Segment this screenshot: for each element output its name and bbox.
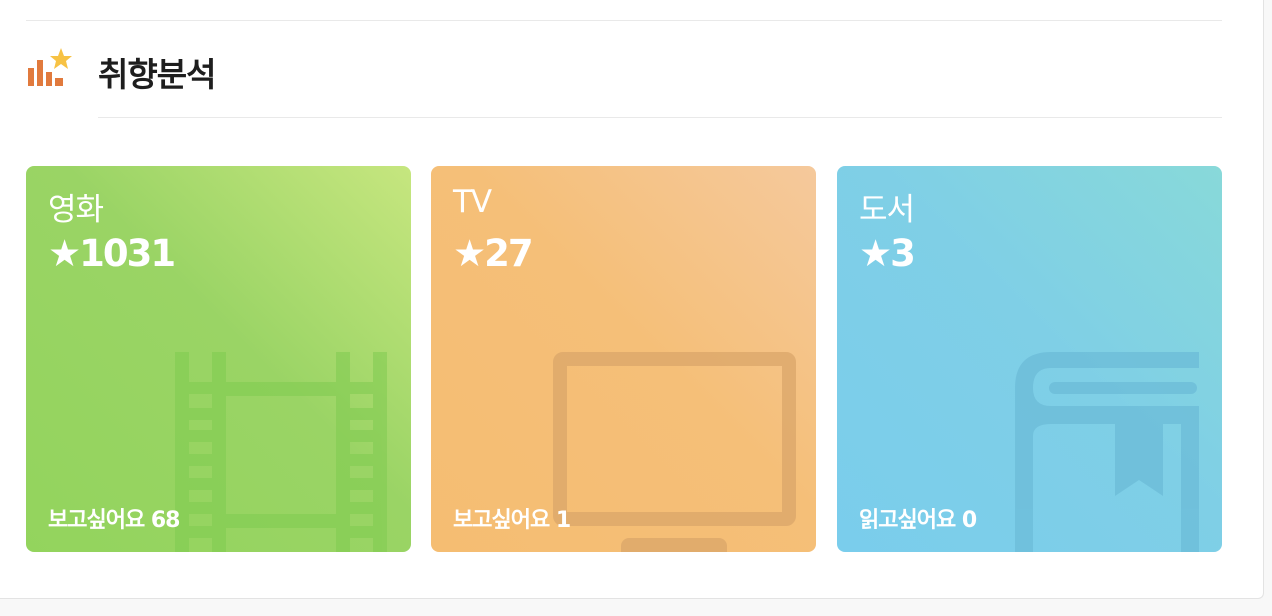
divider: [98, 117, 1222, 118]
card-wish: 읽고싶어요 0: [859, 502, 977, 534]
bar-chart-star-icon: [28, 48, 72, 86]
card-category: TV: [453, 184, 492, 220]
card-rating-count: ★3: [859, 232, 916, 275]
wish-label: 읽고싶어요: [859, 508, 956, 533]
wish-label: 보고싶어요: [453, 508, 550, 533]
card-wish: 보고싶어요 1: [453, 502, 571, 534]
card-rating-count: ★27: [453, 232, 534, 275]
wish-count: 1: [555, 508, 571, 533]
taste-analysis-panel: 취향분석 영화 ★1031 보고싶어요 68 TV ★27 보고싶어요 1 도서…: [0, 0, 1264, 599]
movie-card[interactable]: 영화 ★1031 보고싶어요 68: [26, 166, 411, 552]
tv-card[interactable]: TV ★27 보고싶어요 1: [431, 166, 816, 552]
wish-count: 0: [961, 508, 977, 533]
wish-label: 보고싶어요: [48, 508, 145, 533]
card-category: 도서: [859, 192, 915, 228]
wish-count: 68: [150, 508, 181, 533]
book-card[interactable]: 도서 ★3 읽고싶어요 0: [837, 166, 1222, 552]
card-rating-count: ★1031: [48, 232, 176, 275]
tv-icon: [553, 352, 796, 552]
card-category: 영화: [48, 192, 104, 228]
card-wish: 보고싶어요 68: [48, 502, 180, 534]
section-title: 취향분석: [98, 55, 216, 94]
divider: [26, 20, 1222, 21]
